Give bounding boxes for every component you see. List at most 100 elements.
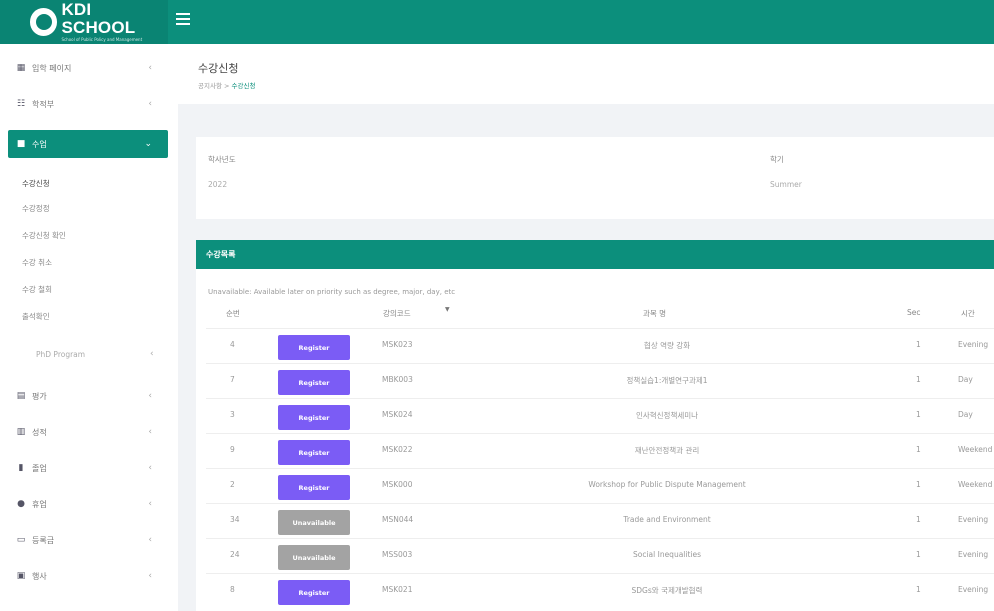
column-header-no[interactable]: 순번 — [226, 308, 240, 319]
unavailable-button[interactable]: Unavailable — [278, 510, 350, 535]
row-no: 24 — [230, 550, 240, 559]
course-sec: 1 — [916, 480, 921, 489]
course-name: 인사혁신정책세미나 — [635, 411, 699, 420]
brand-subtitle: School of Public Policy and Management — [61, 37, 143, 42]
sidebar-item-label: 수업 — [32, 139, 47, 149]
row-no: 9 — [230, 445, 235, 454]
sidebar-item-admission[interactable]: ▦ 입학 페이지 ‹ — [8, 54, 168, 82]
column-header-time[interactable]: 시간 — [961, 308, 975, 319]
term-label: 학기 — [770, 155, 784, 164]
submenu-course-change[interactable]: 수강정정 — [22, 203, 50, 214]
sidebar-item-evaluation[interactable]: ▤ 평가 ‹ — [8, 382, 168, 410]
year-label: 학사년도 — [208, 155, 236, 164]
bar-chart-icon: ▥ — [16, 427, 26, 437]
breadcrumb-separator: > — [224, 82, 230, 90]
chevron-left-icon: ‹ — [148, 571, 152, 581]
submenu-attendance[interactable]: 출석확인 — [22, 311, 50, 322]
breadcrumb-current: 수강신청 — [231, 82, 256, 90]
chevron-left-icon: ‹ — [150, 349, 154, 359]
table-row: 34 Unavailable MSN044 Trade and Environm… — [206, 503, 994, 538]
course-sec: 1 — [916, 410, 921, 419]
chevron-left-icon: ‹ — [148, 499, 152, 509]
sidebar-item-label: 성적 — [32, 427, 47, 437]
register-button[interactable]: Register — [278, 475, 350, 500]
column-header-code[interactable]: 강의코드 — [383, 308, 411, 319]
course-sec: 1 — [916, 375, 921, 384]
course-time: Evening — [958, 515, 989, 524]
unavailable-button[interactable]: Unavailable — [278, 545, 350, 570]
breadcrumb-home[interactable]: 공지사항 — [198, 82, 222, 90]
row-no: 7 — [230, 375, 235, 384]
table-row: 4 Register MSK023 협상 역량 강화 1 Evening — [206, 328, 994, 363]
sidebar-item-label: 입학 페이지 — [32, 63, 72, 73]
sort-caret-icon[interactable]: ▼ — [445, 306, 450, 313]
course-sec: 1 — [916, 515, 921, 524]
sidebar-item-classes[interactable]: ■ 수업 ⌄ — [8, 130, 168, 158]
sidebar-item-events[interactable]: ▣ 행사 ‹ — [8, 562, 168, 590]
users-icon: ● — [17, 499, 25, 509]
course-list-title: 수강목록 — [196, 240, 994, 269]
register-button[interactable]: Register — [278, 335, 350, 360]
register-button[interactable]: Register — [278, 440, 350, 465]
course-code: MSK022 — [382, 445, 413, 454]
sidebar: ▦ 입학 페이지 ‹ ☷ 학적부 ‹ ■ 수업 ⌄ 수강신청 수강정정 수강신청… — [0, 44, 178, 611]
menu-toggle-icon[interactable] — [176, 13, 190, 27]
sidebar-item-grades[interactable]: ▥ 성적 ‹ — [8, 418, 168, 446]
row-no: 2 — [230, 480, 235, 489]
submenu-course-registration[interactable]: 수강신청 — [22, 178, 50, 189]
submenu-course-withdraw[interactable]: 수강 철회 — [22, 284, 52, 295]
brand-logo[interactable]: KDI SCHOOL School of Public Policy and M… — [0, 0, 168, 44]
sidebar-item-leave[interactable]: ● 휴업 ‹ — [8, 490, 168, 518]
term-card: 학사년도 2022 학기 Summer — [196, 137, 994, 219]
course-list-card: 수강목록 Unavailable: Available later on pri… — [196, 240, 994, 611]
chevron-left-icon: ‹ — [148, 99, 152, 109]
list-icon: ☷ — [16, 99, 26, 109]
sidebar-item-graduation[interactable]: ▮ 졸업 ‹ — [8, 454, 168, 482]
chevron-left-icon: ‹ — [148, 427, 152, 437]
clipboard-icon: ▤ — [16, 391, 26, 401]
course-time: Evening — [958, 340, 989, 349]
page-title: 수강신청 — [198, 62, 239, 75]
course-code: MSK024 — [382, 410, 413, 419]
course-name: Workshop for Public Dispute Management — [588, 480, 746, 489]
course-sec: 1 — [916, 550, 921, 559]
register-button[interactable]: Register — [278, 370, 350, 395]
submenu-course-cancel[interactable]: 수강 취소 — [22, 257, 52, 268]
submenu-phd-program[interactable]: PhD Program — [36, 350, 85, 359]
course-code: MSK021 — [382, 585, 413, 594]
table-row: 2 Register MSK000 Workshop for Public Di… — [206, 468, 994, 503]
logo-text: KDI SCHOOL School of Public Policy and M… — [61, 1, 168, 43]
register-button[interactable]: Register — [278, 580, 350, 605]
row-no: 34 — [230, 515, 240, 524]
course-sec: 1 — [916, 445, 921, 454]
grid-icon: ▦ — [16, 63, 26, 73]
course-code: MBK003 — [382, 375, 413, 384]
table-row: 7 Register MBK003 정책실습1:개별연구과제1 1 Day — [206, 363, 994, 398]
term-value: Summer — [770, 180, 802, 189]
course-name: 협상 역량 강화 — [643, 341, 691, 350]
sidebar-item-label: 행사 — [32, 571, 47, 581]
register-button[interactable]: Register — [278, 405, 350, 430]
submenu-registration-check[interactable]: 수강신청 확인 — [22, 230, 66, 241]
column-header-name[interactable]: 과목 명 — [643, 308, 666, 319]
course-sec: 1 — [916, 340, 921, 349]
course-code: MSK023 — [382, 340, 413, 349]
calendar-icon: ▣ — [16, 571, 26, 581]
chevron-left-icon: ‹ — [148, 63, 152, 73]
sidebar-item-label: 학적부 — [32, 99, 55, 109]
table-row: 3 Register MSK024 인사혁신정책세미나 1 Day — [206, 398, 994, 433]
course-time: Day — [958, 375, 973, 384]
top-bar: KDI SCHOOL School of Public Policy and M… — [0, 0, 994, 44]
logo-emblem-icon — [30, 8, 58, 36]
course-code: MSS003 — [382, 550, 413, 559]
column-header-sec[interactable]: Sec — [907, 308, 921, 317]
sidebar-item-records[interactable]: ☷ 학적부 ‹ — [8, 90, 168, 118]
table-row: 24 Unavailable MSS003 Social Inequalitie… — [206, 538, 994, 573]
chart-icon: ▮ — [18, 463, 24, 473]
row-no: 4 — [230, 340, 235, 349]
chevron-left-icon: ‹ — [148, 463, 152, 473]
money-icon: ▭ — [16, 535, 26, 545]
course-time: Weekend — [958, 480, 993, 489]
sidebar-item-tuition[interactable]: ▭ 등록금 ‹ — [8, 526, 168, 554]
table-row: 8 Register MSK021 SDGs와 국제개발협력 1 Evening — [206, 573, 994, 608]
